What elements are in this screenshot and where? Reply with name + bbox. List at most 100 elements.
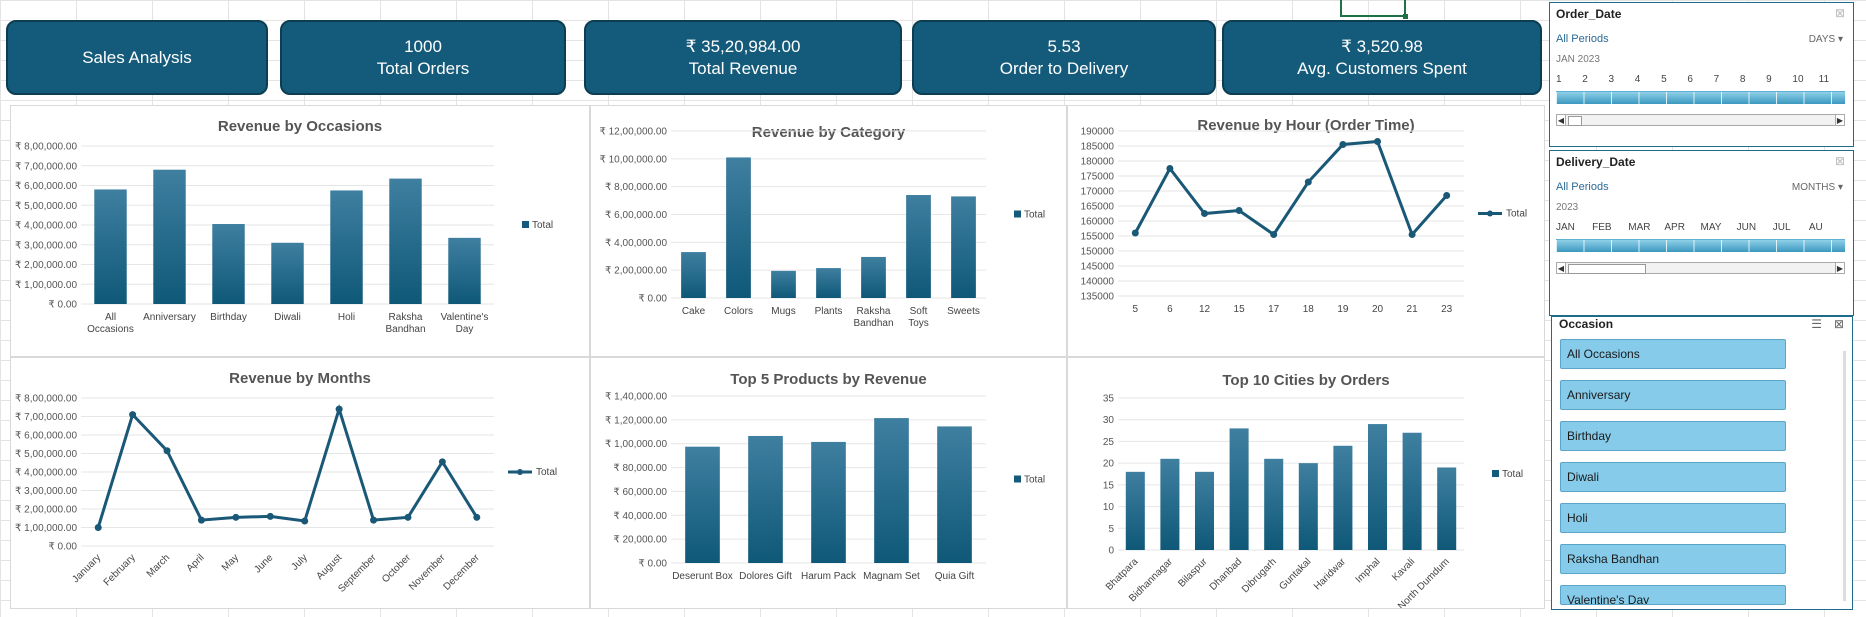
bar[interactable] [681, 252, 706, 298]
data-point[interactable] [1131, 229, 1139, 237]
time-level-dropdown[interactable]: MONTHS ▾ [1792, 182, 1843, 193]
chart-title: Revenue by Months [229, 370, 371, 387]
bar[interactable] [212, 224, 245, 304]
data-point[interactable] [266, 512, 274, 520]
occasion-item[interactable]: Diwali [1560, 462, 1786, 492]
data-point[interactable] [1235, 207, 1243, 214]
bar[interactable] [951, 196, 976, 298]
bar[interactable] [1333, 445, 1353, 550]
scroll-thumb[interactable] [1568, 264, 1646, 274]
bar[interactable] [448, 237, 481, 304]
data-point[interactable] [438, 458, 446, 466]
data-point[interactable] [1339, 141, 1347, 148]
bar[interactable] [1437, 467, 1457, 550]
bar[interactable] [1298, 463, 1318, 550]
data-point[interactable] [473, 513, 481, 521]
occasion-slicer[interactable]: Occasion ☰ ⊠ All Occasions Anniversary Bir… [1551, 316, 1853, 610]
chart-svg: Top 10 Cities by Orders05101520253035Bha… [1103, 372, 1523, 608]
clear-filter-icon[interactable]: ⊠ [1835, 154, 1845, 168]
bar[interactable] [94, 189, 127, 304]
data-point[interactable] [94, 524, 102, 531]
data-point[interactable] [1443, 192, 1451, 199]
data-point[interactable] [197, 516, 205, 524]
occasion-item[interactable]: Birthday [1560, 421, 1786, 451]
chart-top-10-cities[interactable]: Top 10 Cities by Orders 0 5 10 15 20 25 30 35 Bha… [1067, 357, 1545, 609]
bar[interactable] [1402, 432, 1422, 550]
y-tick-label: ₹ 5,00,000.00 [15, 201, 77, 212]
bar[interactable] [389, 178, 422, 304]
bar[interactable] [771, 270, 796, 298]
scroll-thumb[interactable] [1568, 116, 1582, 126]
chart-revenue-by-months[interactable]: Revenue by Months ₹ 0.00 ₹ 1,00,000.00 ₹ 2,… [10, 357, 590, 609]
data-point[interactable] [129, 411, 137, 419]
data-point[interactable] [1304, 178, 1312, 186]
data-point[interactable] [232, 513, 240, 521]
slicer-scrollbar[interactable] [1843, 351, 1846, 601]
data-point[interactable] [301, 517, 309, 525]
data-point[interactable] [370, 516, 378, 524]
occasion-item[interactable]: Valentine's Day [1560, 585, 1786, 605]
x-tick-label: October [380, 552, 413, 585]
clear-filter-icon[interactable]: ⊠ [1834, 317, 1844, 331]
y-tick-label: 25 [1103, 437, 1115, 448]
delivery-date-timeline[interactable]: Delivery_Date ⊠ All Periods MONTHS ▾ 202… [1549, 150, 1854, 316]
y-tick-label: ₹ 3,00,000.00 [15, 240, 77, 251]
occasion-item[interactable]: Anniversary [1560, 380, 1786, 410]
legend-swatch [1014, 210, 1021, 218]
x-tick-label: Harum Pack [801, 571, 857, 582]
bar[interactable] [816, 268, 841, 298]
bar[interactable] [685, 446, 720, 563]
chart-top-5-products[interactable]: Top 5 Products by Revenue ₹ 0.00 ₹ 20,000.… [590, 357, 1067, 609]
timeline-scrollbar[interactable]: ◀ ▶ [1556, 262, 1845, 274]
bar[interactable] [874, 418, 909, 563]
bar[interactable] [1194, 471, 1215, 550]
bar[interactable] [861, 256, 886, 298]
data-point[interactable] [163, 447, 171, 455]
bar[interactable] [1229, 428, 1249, 550]
y-tick-label: ₹ 1,00,000.00 [605, 439, 667, 450]
time-level-dropdown[interactable]: DAYS ▾ [1809, 34, 1843, 45]
chart-revenue-by-category[interactable]: Revenue by Category ₹ 0.00 ₹ 2,00,000.00 ₹ … [590, 105, 1067, 357]
chart-revenue-by-occasions[interactable]: Revenue by Occasions ₹ 0.00 ₹ 1,00,000.00 ₹… [10, 105, 590, 357]
scroll-left-icon[interactable]: ◀ [1556, 114, 1566, 126]
data-point[interactable] [1166, 165, 1174, 172]
bar[interactable] [153, 169, 186, 304]
bar[interactable] [330, 190, 363, 304]
multi-select-icon[interactable]: ☰ [1811, 317, 1822, 331]
timeline-scrollbar[interactable]: ◀ ▶ [1556, 114, 1845, 126]
bar[interactable] [1264, 458, 1284, 550]
bar[interactable] [1160, 458, 1180, 550]
bar[interactable] [937, 426, 972, 563]
bar[interactable] [811, 441, 846, 563]
scroll-right-icon[interactable]: ▶ [1835, 262, 1845, 274]
timeline-bar[interactable] [1556, 239, 1845, 252]
x-tick-label: 21 [1407, 304, 1419, 315]
x-tick-label: December [442, 552, 483, 593]
selected-cell[interactable] [1340, 0, 1408, 19]
scroll-right-icon[interactable]: ▶ [1835, 114, 1845, 126]
timeline-bar[interactable] [1556, 91, 1845, 104]
bar[interactable] [1367, 424, 1388, 550]
data-point[interactable] [335, 405, 343, 413]
y-tick-label: ₹ 1,40,000.00 [605, 392, 667, 403]
occasion-item[interactable]: All Occasions [1560, 339, 1786, 369]
data-point[interactable] [1374, 138, 1381, 145]
bar[interactable] [726, 157, 751, 298]
month-label: JAN 2023 [1556, 54, 1600, 65]
series-line[interactable] [96, 404, 479, 528]
scroll-left-icon[interactable]: ◀ [1556, 262, 1566, 274]
occasion-item[interactable]: Raksha Bandhan [1560, 544, 1786, 574]
bar[interactable] [748, 435, 783, 563]
occasion-item[interactable]: Holi [1560, 503, 1786, 533]
data-point[interactable] [1270, 231, 1278, 238]
data-point[interactable] [404, 513, 412, 521]
chart-revenue-by-hour[interactable]: Revenue by Hour (Order Time) 135000 140000… [1067, 105, 1545, 357]
clear-filter-icon[interactable]: ⊠ [1835, 6, 1845, 20]
bar[interactable] [1125, 471, 1145, 550]
order-date-timeline[interactable]: Order_Date ⊠ All Periods DAYS ▾ JAN 2023… [1549, 2, 1854, 147]
bar[interactable] [906, 195, 931, 298]
data-point[interactable] [1408, 231, 1416, 238]
bar[interactable] [271, 242, 304, 304]
data-point[interactable] [1201, 210, 1208, 217]
kpi-label: Total Revenue [688, 58, 798, 78]
